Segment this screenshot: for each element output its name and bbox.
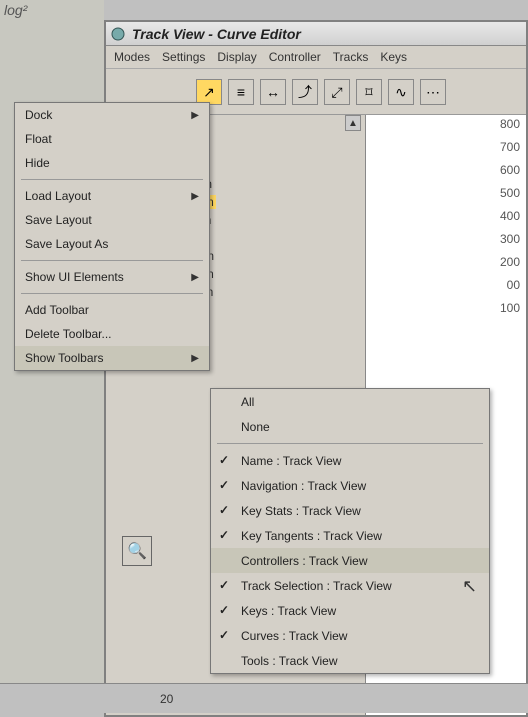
scroll-up-icon[interactable]: ▲ <box>345 115 361 131</box>
menu-modes[interactable]: Modes <box>114 50 150 64</box>
ruler-val: 100 <box>500 301 520 315</box>
status-bar: 20 <box>0 683 528 713</box>
sub-none[interactable]: None <box>211 414 489 439</box>
chevron-right-icon: ▶ <box>191 191 199 202</box>
sub-track-selection[interactable]: ✓Track Selection : Track View <box>211 573 489 598</box>
ctx-save-layout-as[interactable]: Save Layout As <box>15 232 209 256</box>
zoom-icon[interactable]: 🔍 <box>122 536 152 566</box>
menu-controller[interactable]: Controller <box>269 50 321 64</box>
check-icon: ✓ <box>219 603 229 617</box>
value-ruler: 800 700 600 500 400 300 200 00 100 <box>366 117 526 315</box>
check-icon: ✓ <box>219 478 229 492</box>
ctx-load-layout[interactable]: Load Layout▶ <box>15 184 209 208</box>
check-icon: ✓ <box>219 503 229 517</box>
ruler-val: 600 <box>500 163 520 177</box>
tool-tangent-icon[interactable]: ∿ <box>388 79 414 105</box>
tool-scale-keys-icon[interactable]: ⤢ <box>324 79 350 105</box>
window-title: Track View - Curve Editor <box>132 26 301 42</box>
mouse-cursor-icon: ↖ <box>462 576 477 597</box>
menu-display[interactable]: Display <box>217 50 256 64</box>
ctx-show-ui[interactable]: Show UI Elements▶ <box>15 265 209 289</box>
ruler-val: 300 <box>500 232 520 246</box>
menu-keys[interactable]: Keys <box>380 50 407 64</box>
sub-key-stats[interactable]: ✓Key Stats : Track View <box>211 498 489 523</box>
sub-tools[interactable]: Tools : Track View <box>211 648 489 673</box>
sub-key-tangents[interactable]: ✓Key Tangents : Track View <box>211 523 489 548</box>
ctx-dock[interactable]: Dock▶ <box>15 103 209 127</box>
ruler-val: 800 <box>500 117 520 131</box>
ruler-val: 200 <box>500 255 520 269</box>
separator <box>217 443 483 444</box>
ruler-val: 400 <box>500 209 520 223</box>
chevron-right-icon: ▶ <box>191 353 199 364</box>
tool-snap-icon[interactable]: ⌑ <box>356 79 382 105</box>
chevron-right-icon: ▶ <box>191 272 199 283</box>
app-logo-text: log² <box>4 2 27 18</box>
ctx-hide[interactable]: Hide <box>15 151 209 175</box>
separator <box>21 293 203 294</box>
menubar: Modes Settings Display Controller Tracks… <box>106 46 526 69</box>
ctx-float[interactable]: Float <box>15 127 209 151</box>
ctx-delete-toolbar[interactable]: Delete Toolbar... <box>15 322 209 346</box>
tool-slide-keys-icon[interactable]: ⤴ <box>292 79 318 105</box>
sub-keys[interactable]: ✓Keys : Track View <box>211 598 489 623</box>
window-icon <box>110 26 126 42</box>
tool-more-icon[interactable]: ⋯ <box>420 79 446 105</box>
tool-filter-icon[interactable]: ≡ <box>228 79 254 105</box>
check-icon: ✓ <box>219 453 229 467</box>
chevron-right-icon: ▶ <box>191 110 199 121</box>
check-icon: ✓ <box>219 528 229 542</box>
show-toolbars-submenu: All None ✓Name : Track View ✓Navigation … <box>210 388 490 674</box>
separator <box>21 179 203 180</box>
check-icon: ✓ <box>219 578 229 592</box>
sub-name[interactable]: ✓Name : Track View <box>211 448 489 473</box>
ctx-show-toolbars[interactable]: Show Toolbars▶ <box>15 346 209 370</box>
ruler-val: 500 <box>500 186 520 200</box>
ruler-val: 00 <box>507 278 520 292</box>
ctx-add-toolbar[interactable]: Add Toolbar <box>15 298 209 322</box>
status-frame: 20 <box>160 692 173 706</box>
check-icon: ✓ <box>219 628 229 642</box>
separator <box>21 260 203 261</box>
ruler-val: 700 <box>500 140 520 154</box>
sub-all[interactable]: All <box>211 389 489 414</box>
sub-navigation[interactable]: ✓Navigation : Track View <box>211 473 489 498</box>
ctx-save-layout[interactable]: Save Layout <box>15 208 209 232</box>
sub-controllers[interactable]: Controllers : Track View <box>211 548 489 573</box>
tool-move-keys-icon[interactable]: ↔ <box>260 79 286 105</box>
menu-tracks[interactable]: Tracks <box>333 50 369 64</box>
menu-settings[interactable]: Settings <box>162 50 205 64</box>
sub-curves[interactable]: ✓Curves : Track View <box>211 623 489 648</box>
titlebar[interactable]: Track View - Curve Editor <box>106 22 526 46</box>
context-menu: Dock▶ Float Hide Load Layout▶ Save Layou… <box>14 102 210 371</box>
